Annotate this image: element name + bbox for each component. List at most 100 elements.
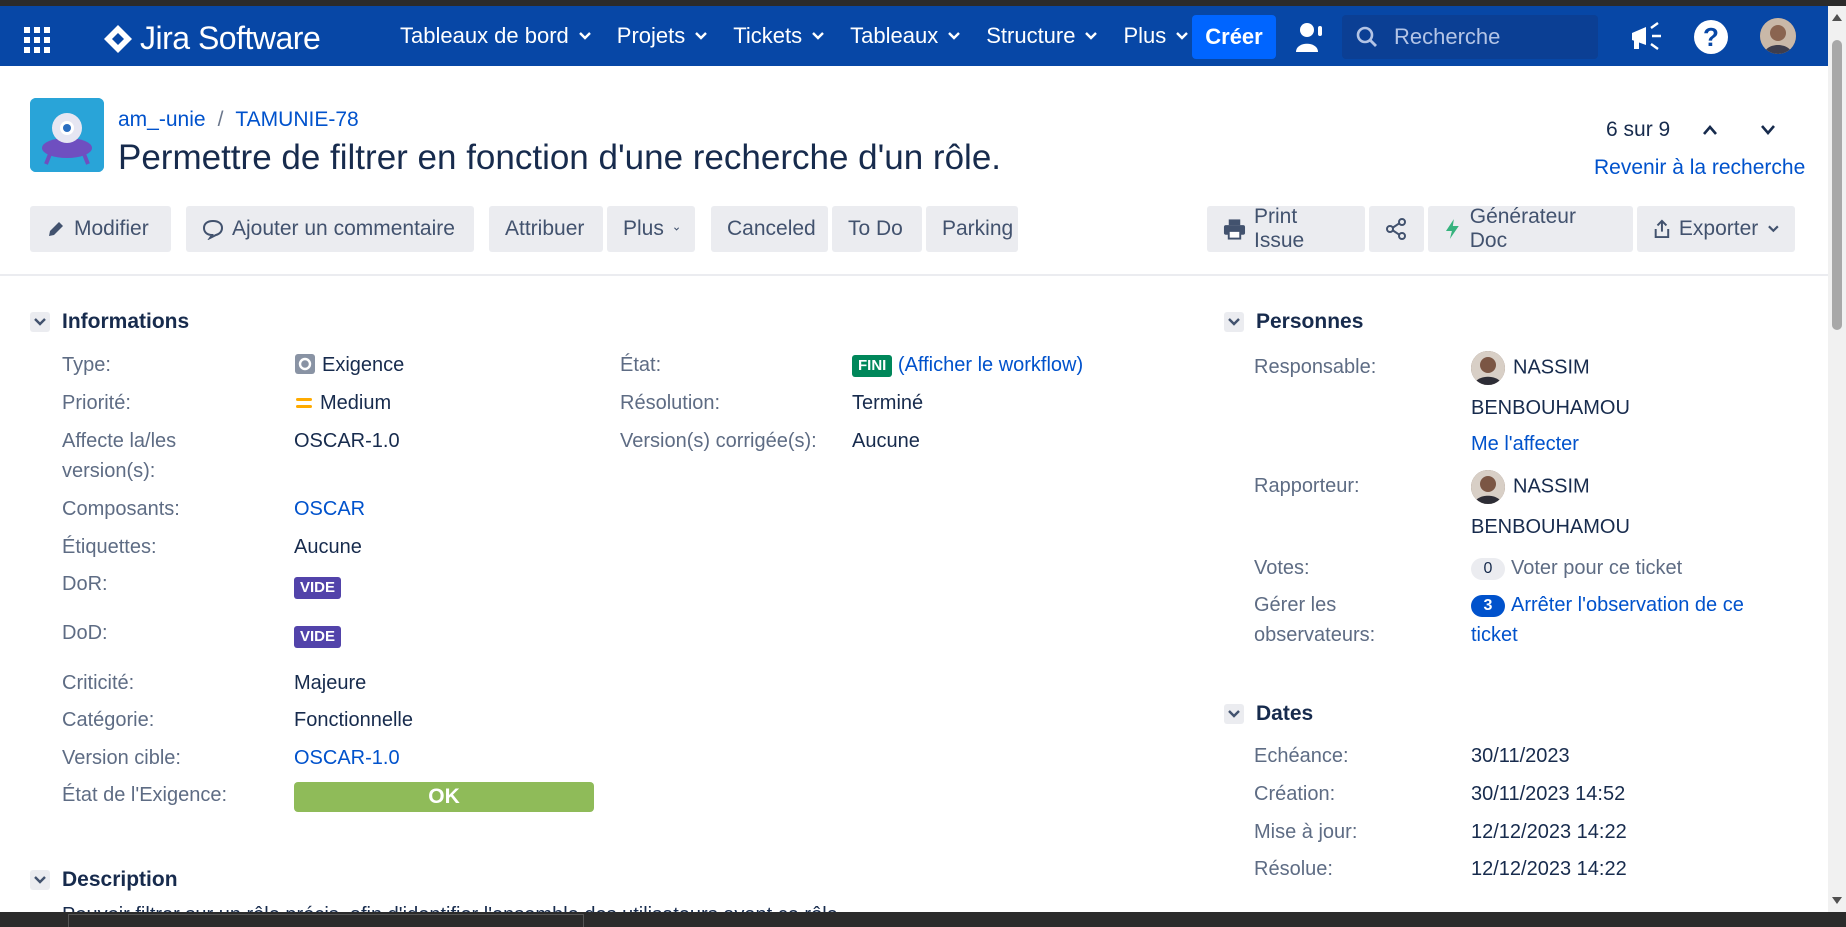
chevron-down-icon bbox=[578, 32, 591, 40]
search-input[interactable] bbox=[1392, 23, 1586, 51]
help-icon[interactable]: ? bbox=[1694, 20, 1728, 54]
collapse-chevron-icon[interactable] bbox=[1224, 704, 1244, 724]
target-version-link[interactable]: OSCAR-1.0 bbox=[294, 743, 400, 773]
type-text: Exigence bbox=[322, 354, 405, 376]
nav-menu-more[interactable]: Plus bbox=[1123, 23, 1189, 49]
reporter-first-name: NASSIM bbox=[1513, 475, 1590, 498]
project-avatar[interactable] bbox=[30, 98, 104, 172]
stop-watching-link-cont[interactable]: ticket bbox=[1471, 620, 1518, 650]
jira-logo[interactable]: Jira Software bbox=[102, 20, 321, 57]
reporter-value[interactable]: NASSIM bbox=[1471, 470, 1590, 504]
fix-versions-label: Version(s) corrigée(s): bbox=[620, 430, 817, 452]
add-comment-button[interactable]: Ajouter un commentaire bbox=[186, 206, 474, 252]
requirement-state-label: État de l'Exigence: bbox=[62, 784, 228, 806]
transition-parking-button[interactable]: Parking bbox=[926, 206, 1018, 252]
scrollbar-thumb[interactable] bbox=[1832, 40, 1842, 330]
dod-value: VIDE bbox=[294, 621, 342, 651]
breadcrumb-issue-link[interactable]: TAMUNIE-78 bbox=[235, 108, 358, 132]
export-button[interactable]: Exporter bbox=[1637, 206, 1795, 252]
assign-to-me-link[interactable]: Me l'affecter bbox=[1471, 429, 1579, 459]
priority-value: Medium bbox=[294, 388, 391, 418]
collapse-chevron-icon[interactable] bbox=[30, 870, 50, 890]
search-box[interactable] bbox=[1342, 15, 1598, 59]
logo-text: Jira Software bbox=[140, 20, 321, 56]
category-value: Fonctionnelle bbox=[294, 709, 413, 731]
doc-generator-button[interactable]: Générateur Doc bbox=[1428, 205, 1633, 252]
view-workflow-link[interactable]: (Afficher le workflow) bbox=[898, 354, 1083, 376]
category-label: Catégorie: bbox=[62, 709, 155, 731]
export-label: Exporter bbox=[1678, 217, 1759, 240]
labels-value: Aucune bbox=[294, 536, 362, 558]
pencil-icon bbox=[49, 222, 63, 236]
assignee-first-name: NASSIM bbox=[1513, 356, 1590, 379]
description-section-header[interactable]: Description bbox=[30, 868, 178, 892]
edit-button[interactable]: Modifier bbox=[30, 206, 171, 252]
dates-heading: Dates bbox=[1256, 702, 1314, 725]
description-text: Pouvoir filtrer sur un rôle précis, afin… bbox=[62, 904, 843, 912]
assign-button[interactable]: Attribuer bbox=[489, 206, 603, 252]
resolution-label: Résolution: bbox=[620, 392, 721, 414]
fix-versions-value: Aucune bbox=[852, 430, 920, 452]
lightning-icon bbox=[1445, 219, 1459, 239]
dates-section-header[interactable]: Dates bbox=[1224, 702, 1313, 726]
header-divider bbox=[0, 274, 1828, 276]
votes-count-badge: 0 bbox=[1471, 557, 1505, 580]
due-date-label: Echéance: bbox=[1254, 745, 1349, 767]
megaphone-icon[interactable] bbox=[1628, 20, 1664, 54]
resolution-value: Terminé bbox=[852, 392, 924, 414]
create-button[interactable]: Créer bbox=[1192, 15, 1276, 59]
informations-section-header[interactable]: Informations bbox=[30, 310, 189, 334]
breadcrumb-project-link[interactable]: am_-unie bbox=[118, 108, 206, 132]
collapse-chevron-icon[interactable] bbox=[1224, 312, 1244, 332]
nav-menu-label: Projets bbox=[616, 23, 686, 48]
nav-menu-boards[interactable]: Tableaux bbox=[850, 23, 961, 49]
export-icon bbox=[1654, 219, 1670, 239]
priority-text: Medium bbox=[320, 392, 392, 414]
description-heading: Description bbox=[62, 868, 178, 891]
page-scrollbar[interactable] bbox=[1828, 6, 1846, 912]
nav-menu-label: Tableaux de bord bbox=[400, 23, 569, 48]
avatar-face-icon bbox=[1760, 18, 1796, 54]
assignee-value[interactable]: NASSIM bbox=[1471, 351, 1590, 385]
chevron-down-icon[interactable] bbox=[1760, 124, 1776, 136]
components-link[interactable]: OSCAR bbox=[294, 494, 365, 524]
print-issue-button[interactable]: Print Issue bbox=[1207, 205, 1365, 252]
share-button[interactable] bbox=[1369, 206, 1424, 252]
watchers-count-badge[interactable]: 3 bbox=[1471, 594, 1505, 617]
people-assist-icon[interactable] bbox=[1294, 20, 1328, 54]
stop-watching-link[interactable]: Arrêter l'observation de ce bbox=[1511, 594, 1744, 616]
user-avatar[interactable] bbox=[1760, 18, 1796, 54]
chevron-down-icon bbox=[1768, 225, 1779, 233]
nav-menu-label: Structure bbox=[986, 23, 1076, 48]
dor-value: VIDE bbox=[294, 572, 342, 602]
transition-canceled-button[interactable]: Canceled bbox=[711, 206, 828, 252]
nav-menu-projects[interactable]: Projets bbox=[616, 23, 708, 49]
vote-link[interactable]: Voter pour ce ticket bbox=[1511, 557, 1682, 579]
scroll-down-arrow-icon[interactable] bbox=[1832, 897, 1842, 904]
app-frame: Jira Software Tableaux de bord Projets T… bbox=[0, 6, 1828, 912]
people-section-header[interactable]: Personnes bbox=[1224, 310, 1363, 334]
watchers-label-1: Gérer les bbox=[1254, 594, 1337, 616]
nav-menu-issues[interactable]: Tickets bbox=[733, 23, 824, 49]
page-title: Permettre de filtrer en fonction d'une r… bbox=[118, 138, 1002, 177]
nav-menu-label: Tickets bbox=[733, 23, 803, 48]
updated-label: Mise à jour: bbox=[1254, 821, 1358, 843]
resolved-label: Résolue: bbox=[1254, 858, 1333, 880]
scroll-up-arrow-icon[interactable] bbox=[1832, 14, 1842, 21]
nav-menu-dashboards[interactable]: Tableaux de bord bbox=[400, 23, 591, 49]
reporter-avatar bbox=[1471, 470, 1505, 504]
nav-menu-structure[interactable]: Structure bbox=[986, 23, 1098, 49]
chevron-up-icon[interactable] bbox=[1702, 124, 1718, 136]
back-to-search-link[interactable]: Revenir à la recherche bbox=[1594, 156, 1805, 180]
collapse-chevron-icon[interactable] bbox=[30, 312, 50, 332]
chevron-down-icon bbox=[673, 227, 679, 231]
more-actions-label: Plus bbox=[623, 217, 664, 240]
status-value: FINI (Afficher le workflow) bbox=[852, 350, 1083, 380]
jira-diamond-icon bbox=[104, 24, 132, 53]
app-switcher-icon[interactable] bbox=[24, 27, 50, 53]
more-actions-button[interactable]: Plus bbox=[607, 206, 695, 252]
assignee-avatar bbox=[1471, 351, 1505, 385]
transition-todo-button[interactable]: To Do bbox=[832, 206, 922, 252]
affects-version-label-1: Affecte la/les bbox=[62, 430, 177, 452]
affects-version-label-2: version(s): bbox=[62, 460, 156, 482]
